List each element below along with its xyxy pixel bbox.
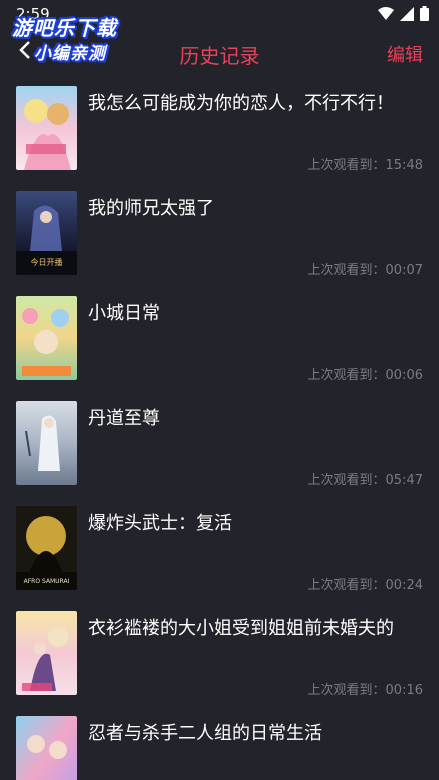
item-title: 丹道至尊 (88, 408, 160, 429)
last-watched-label: 上次观看到： (307, 578, 386, 593)
poster-image: AFRO SAMURAI (16, 506, 77, 590)
last-watched-label: 上次观看到： (307, 158, 386, 173)
poster-image (16, 716, 77, 780)
history-item[interactable]: 忍者与杀手二人组的日常生活 (0, 710, 439, 780)
last-watched: 上次观看到：15:48 (308, 154, 423, 173)
poster-image (16, 296, 77, 380)
last-watched: 上次观看到：00:06 (308, 364, 423, 383)
poster-image (16, 401, 77, 485)
last-watched: 上次观看到：00:16 (308, 679, 423, 698)
history-item[interactable]: 今日开播 我的师兄太强了 上次观看到：00:07 (0, 185, 439, 290)
history-item[interactable]: 丹道至尊 上次观看到：05:47 (0, 395, 439, 500)
last-watched-label: 上次观看到： (307, 263, 386, 278)
item-title: 我怎么可能成为你的恋人，不行不行！ (88, 93, 394, 114)
last-watched-label: 上次观看到： (307, 683, 386, 698)
last-watched-time: 00:24 (385, 578, 423, 593)
status-icons (378, 6, 429, 21)
item-title: 小城日常 (88, 303, 160, 324)
history-item[interactable]: 衣衫褴褛的大小姐受到姐姐前未婚夫的 上次观看到：00:16 (0, 605, 439, 710)
poster-image: 今日开播 (16, 191, 77, 275)
item-title: 我的师兄太强了 (88, 198, 214, 219)
signal-icon (400, 6, 414, 21)
last-watched-time: 00:06 (385, 368, 423, 383)
last-watched-time: 00:07 (385, 263, 423, 278)
last-watched: 上次观看到：00:07 (308, 259, 423, 278)
poster-caption: AFRO SAMURAI (24, 578, 70, 585)
last-watched: 上次观看到：05:47 (308, 469, 423, 488)
history-item[interactable]: 小城日常 上次观看到：00:06 (0, 290, 439, 395)
last-watched-time: 00:16 (385, 683, 423, 698)
last-watched-time: 15:48 (385, 158, 423, 173)
last-watched-label: 上次观看到： (307, 473, 386, 488)
edit-button[interactable]: 编辑 (387, 41, 423, 67)
poster-image (16, 86, 77, 170)
last-watched: 上次观看到：00:24 (308, 574, 423, 593)
last-watched-label: 上次观看到： (307, 368, 386, 383)
battery-icon (420, 6, 429, 21)
item-title: 衣衫褴褛的大小姐受到姐姐前未婚夫的 (88, 618, 394, 639)
history-list: 我怎么可能成为你的恋人，不行不行！ 上次观看到：15:48 今日开播 我的师兄太… (0, 80, 439, 780)
last-watched-time: 05:47 (385, 473, 423, 488)
history-item[interactable]: AFRO SAMURAI 爆炸头武士：复活 上次观看到：00:24 (0, 500, 439, 605)
item-title: 爆炸头武士：复活 (88, 513, 232, 534)
history-item[interactable]: 我怎么可能成为你的恋人，不行不行！ 上次观看到：15:48 (0, 80, 439, 185)
watermark-line1: 游吧乐下载 (12, 16, 117, 40)
poster-caption: 今日开播 (31, 257, 63, 267)
wifi-icon (378, 6, 394, 20)
page-title: 历史记录 (179, 44, 260, 68)
item-title: 忍者与杀手二人组的日常生活 (88, 723, 322, 744)
poster-image (16, 611, 77, 695)
